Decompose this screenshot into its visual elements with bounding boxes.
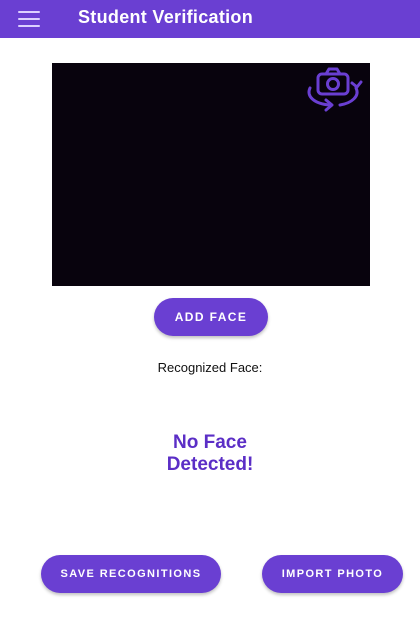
recognition-result: No Face Detected! (110, 432, 310, 476)
save-recognitions-button[interactable]: SAVE RECOGNITIONS (41, 555, 221, 593)
page-title: Student Verification (78, 7, 254, 27)
recognition-result-line-2: Detected! (166, 454, 254, 475)
menu-bar-line (18, 25, 40, 27)
switch-camera-icon[interactable] (302, 66, 364, 114)
app-bar: Student Verification (0, 0, 420, 38)
menu-bar-line (18, 11, 40, 13)
menu-bar-line (18, 18, 40, 20)
hamburger-menu-icon[interactable] (18, 11, 40, 27)
recognized-face-label: Recognized Face: (157, 360, 263, 375)
import-photo-button[interactable]: IMPORT PHOTO (262, 555, 403, 593)
student-verification-screen: Student Verification ADD FACE Recognized… (0, 0, 420, 636)
recognition-result-line-1: No Face (173, 432, 247, 453)
add-face-button[interactable]: ADD FACE (154, 298, 268, 336)
